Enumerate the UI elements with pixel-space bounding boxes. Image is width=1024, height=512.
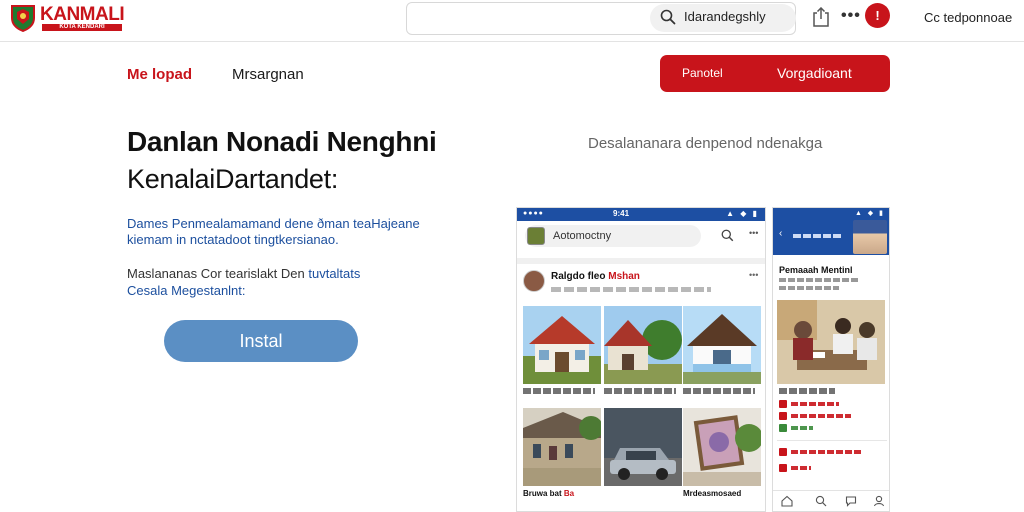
meeting-image [777,300,885,384]
list-item-icon [779,424,787,432]
site-logo[interactable]: KANMALI KOTA KENDARI [10,4,128,34]
top-bar: KANMALI KOTA KENDARI Idarandegshly ••• !… [0,0,1024,42]
phone-preview-feed: ●●●● 9:41 ▲ ◆ ▮ Aotomoctny ••• Ralgdo fl… [516,207,766,512]
hero-note-link[interactable]: tuvtaltats [308,266,360,281]
app-search-text[interactable]: Aotomoctny [553,230,611,242]
list-item-icon [779,464,787,472]
hero-note-text: Maslananas Cor tearislakt Den [127,266,309,281]
car-photo [604,408,682,486]
profile-icon[interactable] [873,495,885,507]
divider [777,440,887,441]
thumbnail-caption [604,388,676,394]
bottom-caption-highlight: Ba [563,489,575,498]
house-photo [604,306,682,384]
photo-thumbnail[interactable] [604,306,682,384]
hero-note-line1: Maslananas Cor tearislakt Den tuvtaltats [127,266,360,282]
hero-description-line2: kiemam in nctatadoot tingtkersianao. [127,232,339,247]
detail-title: Pemaaah Mentinl [779,265,853,275]
hero-subtitle: KenalaiDartandet: [127,164,339,194]
list-item-icon [779,448,787,456]
hero-title: Danlan Nonadi Nenghni [127,126,437,157]
search-icon[interactable] [660,9,676,25]
house-photo [683,306,761,384]
list-item-text [791,414,851,418]
status-time: 9:41 [613,209,630,218]
bottom-caption-text: Bruwa bat [523,489,562,498]
search-icon[interactable] [815,495,827,507]
photo-thumbnail[interactable] [523,306,601,384]
status-bar: ●●●● 9:41 ▲ ◆ ▮ [517,208,765,221]
post-author[interactable]: Ralgdo fleo Mshan [551,271,640,282]
bottom-caption-right: Mrdeasmosaed [683,489,742,498]
chat-icon[interactable] [845,495,857,507]
search-query-text[interactable]: Idarandegshly [684,9,766,24]
notification-badge[interactable]: ! [865,3,890,28]
cta-primary-button[interactable]: Vorgadioant [777,65,852,81]
detail-header: ▲ ◆ ▮ ‹ [773,208,889,255]
more-icon[interactable]: ••• [749,228,758,238]
account-link[interactable]: Cc tedponnoae [924,10,1012,25]
list-item-text [791,466,811,470]
shield-logo-icon [11,5,35,32]
install-button[interactable]: Instal [164,320,358,362]
signal-icon: ●●●● [523,210,544,217]
photo-thumbnail[interactable] [523,408,601,486]
thumbnail-caption [683,388,755,394]
cta-button-group: Panotel Vorgadioant [660,55,890,92]
bottom-navigation [773,490,889,511]
phone-preview-detail: ▲ ◆ ▮ ‹ Pemaaah Mentinl [772,207,890,512]
painting-photo [683,408,761,486]
logo-subtext: KOTA KENDARI [42,24,122,31]
home-icon[interactable] [781,495,793,507]
header-avatar-photo[interactable] [853,220,887,254]
back-arrow-icon[interactable]: ‹ [779,228,782,239]
photo-caption [779,388,835,394]
detail-subtitle-placeholder [779,278,859,282]
app-search-bar[interactable] [525,225,701,247]
house-photo [523,306,601,384]
nav-menu-link[interactable]: Mrsargnan [232,66,304,83]
logo-wordmark: KANMALI [40,4,125,25]
list-item-text [791,426,813,430]
hero-description-line1: Dames Penmealamamand dene ðman teaHajean… [127,216,420,231]
more-icon[interactable]: ••• [749,270,758,280]
list-item-icon [779,400,787,408]
bottom-caption-left: Bruwa bat Ba [523,489,574,498]
post-author-name: Ralgdo fleo [551,271,609,282]
detail-subtitle-placeholder [779,286,839,290]
thumbnail-caption [523,388,595,394]
list-item-icon [779,412,787,420]
app-logo-icon [527,227,545,245]
photo-thumbnail[interactable] [683,306,761,384]
author-avatar[interactable] [523,270,545,292]
preview-caption: Desalananara denpenod ndenakga [588,135,823,152]
share-icon[interactable] [812,7,830,27]
list-item-text [791,450,861,454]
photo-thumbnail[interactable] [604,408,682,486]
battery-icon: ▲ ◆ ▮ [726,209,759,218]
photo-thumbnail[interactable] [683,408,761,486]
cta-secondary-button[interactable]: Panotel [682,66,723,80]
post-author-highlight: Mshan [608,271,640,282]
header-text-placeholder [793,234,843,238]
nav-home-link[interactable]: Me lopad [127,66,192,83]
more-icon[interactable]: ••• [841,8,861,24]
hero-note-line2[interactable]: Cesala Megestanlnt: [127,283,246,299]
courtyard-photo [523,408,601,486]
list-item-text [791,402,839,406]
post-meta-placeholder [551,287,711,292]
meeting-photo[interactable] [777,300,885,384]
search-icon[interactable] [721,229,734,242]
battery-icon: ▲ ◆ ▮ [854,210,885,217]
